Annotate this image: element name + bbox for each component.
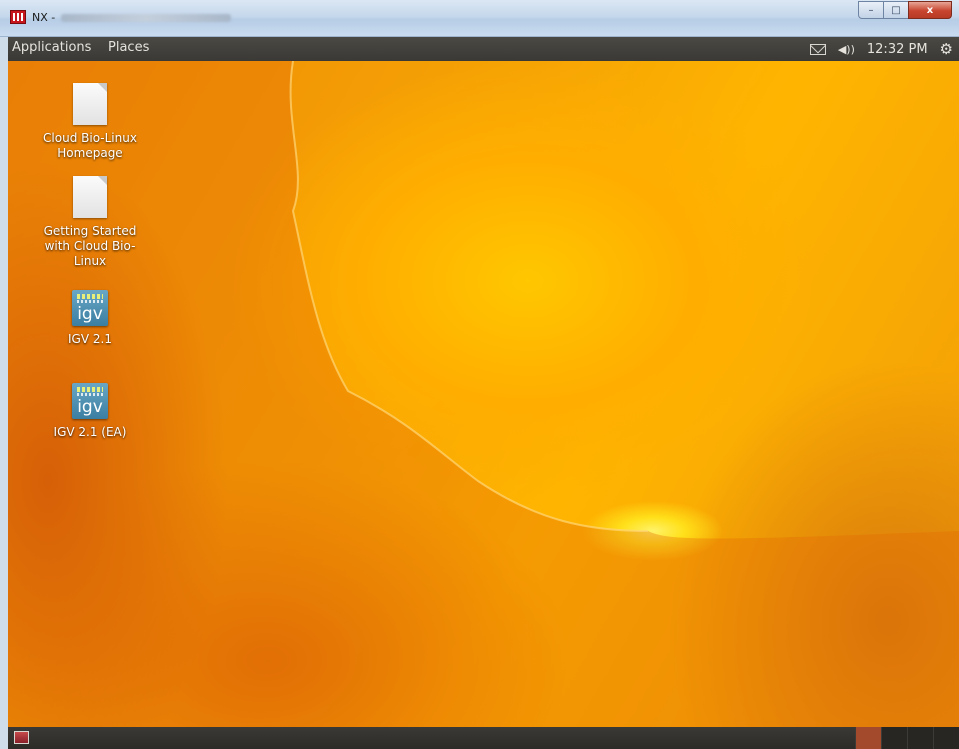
- document-icon: [73, 176, 107, 218]
- workspace-switcher: [855, 727, 959, 749]
- desktop-icon-homepage[interactable]: Cloud Bio-Linux Homepage: [35, 83, 145, 161]
- applications-menu[interactable]: Applications: [12, 40, 91, 55]
- workspace-1[interactable]: [855, 727, 881, 749]
- window-controls: – □ x: [858, 1, 952, 19]
- desktop-wallpaper: [8, 61, 959, 727]
- redacted-address: [61, 14, 232, 22]
- desktop-icon-label: Cloud Bio-Linux Homepage: [43, 131, 137, 160]
- gear-icon[interactable]: ⚙: [940, 40, 953, 58]
- desktop-icon-igv[interactable]: igv IGV 2.1: [35, 290, 145, 347]
- places-menu[interactable]: Places: [108, 40, 149, 55]
- clock[interactable]: 12:32 PM: [867, 42, 928, 57]
- system-tray: ◀)) 12:32 PM ⚙: [809, 37, 959, 61]
- desktop-icon-label: IGV 2.1 (EA): [53, 425, 127, 439]
- desktop-icon-getting-started[interactable]: Getting Started with Cloud Bio- Linux: [35, 176, 145, 269]
- window-title-text: NX -: [32, 11, 56, 24]
- maximize-button[interactable]: □: [883, 1, 909, 19]
- volume-icon[interactable]: ◀)): [838, 43, 855, 56]
- igv-glyph: igv: [77, 304, 103, 324]
- workspace-2[interactable]: [881, 727, 907, 749]
- window-title: NX -: [32, 11, 232, 24]
- window-titlebar: NX - – □ x: [0, 0, 959, 37]
- igv-glyph: igv: [77, 397, 103, 417]
- top-panel: Applications Places ◀)) 12:32 PM ⚙: [8, 37, 959, 61]
- workspace-4[interactable]: [933, 727, 959, 749]
- wallpaper-petal-art: [8, 61, 959, 727]
- envelope-icon[interactable]: [809, 43, 826, 55]
- desktop-icon-label: Getting Started with Cloud Bio- Linux: [43, 224, 137, 268]
- bottom-panel: [8, 727, 959, 749]
- desktop-icon-label: IGV 2.1: [68, 332, 112, 346]
- remote-desktop: Applications Places ◀)) 12:32 PM ⚙ Cloud…: [8, 37, 959, 749]
- igv-icon: igv: [72, 383, 108, 419]
- igv-icon: igv: [72, 290, 108, 326]
- workspace-3[interactable]: [907, 727, 933, 749]
- minimize-button[interactable]: –: [858, 1, 884, 19]
- show-desktop-icon[interactable]: [14, 731, 29, 744]
- close-button[interactable]: x: [908, 1, 952, 19]
- document-icon: [73, 83, 107, 125]
- nx-logo-icon: [10, 10, 26, 24]
- desktop-icon-igv-ea[interactable]: igv IGV 2.1 (EA): [35, 383, 145, 440]
